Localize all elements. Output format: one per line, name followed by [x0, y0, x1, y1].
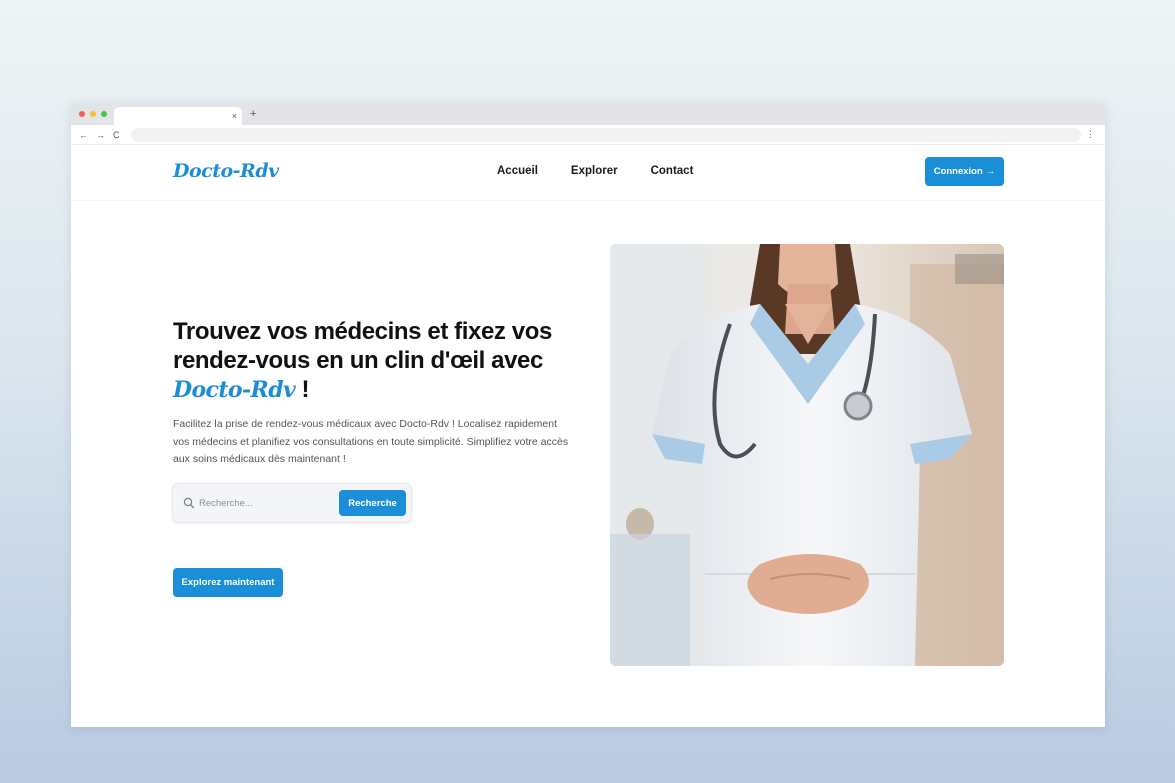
hero-title-end: ! [295, 376, 310, 403]
search-bar: Recherche [172, 483, 412, 523]
nav-link-explore[interactable]: Explorer [571, 165, 618, 177]
hero-description: Facilitez la prise de rendez-vous médica… [173, 418, 569, 465]
explore-button[interactable]: Explorez maintenant [173, 568, 283, 597]
nav-link-home[interactable]: Accueil [497, 165, 538, 177]
window-controls [79, 111, 107, 117]
page-viewport: Docto-Rdv Accueil Explorer Contact Conne… [71, 145, 1105, 727]
hero-title: Trouvez vos médecins et fixez vos rendez… [173, 317, 593, 405]
browser-menu-icon[interactable]: ⋮ [1086, 128, 1095, 140]
forward-icon[interactable]: → [96, 129, 105, 141]
minimize-window-icon[interactable] [90, 111, 96, 117]
url-field[interactable] [131, 128, 1081, 142]
search-input[interactable] [199, 494, 329, 512]
main-nav: Accueil Explorer Contact [497, 165, 693, 177]
back-icon[interactable]: ← [79, 129, 88, 141]
browser-window: × + ← → C ⋮ Docto-Rdv Accueil Explorer C… [71, 103, 1105, 727]
close-window-icon[interactable] [79, 111, 85, 117]
search-icon [183, 497, 195, 509]
doctor-photo [610, 244, 1004, 666]
login-button-label: Connexion [933, 166, 983, 177]
new-tab-icon[interactable]: + [250, 108, 256, 120]
tab-bar: × + [71, 103, 1105, 125]
browser-tab[interactable]: × [114, 107, 242, 125]
site-header: Docto-Rdv Accueil Explorer Contact Conne… [71, 145, 1105, 201]
doctor-illustration [610, 244, 1004, 666]
nav-link-contact[interactable]: Contact [651, 165, 694, 177]
address-bar: ← → C ⋮ [71, 125, 1105, 145]
reload-icon[interactable]: C [113, 129, 120, 141]
arrow-right-icon: → [985, 166, 996, 177]
search-button[interactable]: Recherche [339, 490, 406, 516]
tab-close-icon[interactable]: × [232, 110, 237, 122]
hero-title-brand: Docto-Rdv [173, 377, 296, 403]
login-button[interactable]: Connexion → [925, 157, 1004, 186]
hero-title-text: Trouvez vos médecins et fixez vos rendez… [173, 318, 552, 374]
site-logo[interactable]: Docto-Rdv [173, 160, 279, 182]
maximize-window-icon[interactable] [101, 111, 107, 117]
browser-nav: ← → C [79, 129, 120, 141]
